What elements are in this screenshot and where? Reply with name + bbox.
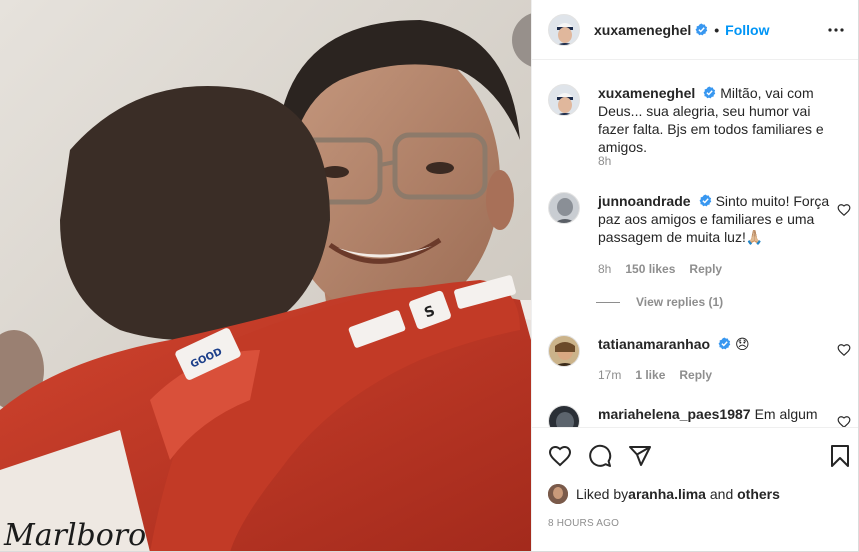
header-separator: • <box>714 21 720 38</box>
liked-by-prefix: Liked by <box>576 486 629 502</box>
share-icon[interactable] <box>628 444 652 468</box>
verified-badge-icon <box>703 86 716 99</box>
heart-icon[interactable] <box>837 343 851 357</box>
view-replies-button[interactable]: View replies (1) <box>596 295 723 309</box>
liked-by-others[interactable]: others <box>737 486 780 502</box>
comment-text: 😞 <box>735 336 750 352</box>
comment-avatar-image <box>549 336 579 366</box>
follow-button[interactable]: Follow <box>725 22 769 38</box>
save-bookmark-icon[interactable] <box>828 444 852 468</box>
comment-meta: 8h 150 likes Reply <box>598 262 722 276</box>
comment-avatar[interactable] <box>548 405 580 427</box>
post-actions: Liked by aranha.lima and others 8 HOURS … <box>532 427 858 551</box>
author-avatar-image <box>549 14 579 45</box>
post-header: xuxameneghel • Follow <box>532 0 858 60</box>
comment-icon[interactable] <box>588 444 612 468</box>
heart-icon[interactable] <box>837 415 851 427</box>
comment-time[interactable]: 8h <box>598 262 611 276</box>
comment-likes[interactable]: 150 likes <box>625 262 675 276</box>
post-photo[interactable]: GOOD S Marlboro <box>0 0 531 552</box>
comment-body: tatianamaranhao 😞 <box>598 335 838 353</box>
liked-by-user[interactable]: aranha.lima <box>628 486 706 502</box>
liked-by-and: and <box>705 486 738 502</box>
caption-username[interactable]: xuxameneghel <box>598 85 695 101</box>
view-replies-line <box>596 301 620 303</box>
post-photo-illustration: GOOD S Marlboro <box>0 0 531 552</box>
reply-button[interactable]: Reply <box>689 262 722 276</box>
liked-by-row: Liked by aranha.lima and others <box>548 484 780 504</box>
comment-likes[interactable]: 1 like <box>635 368 665 382</box>
instagram-post-modal: GOOD S Marlboro xuxameneghel • Follow xu… <box>0 0 859 552</box>
comment-text: Em algum <box>754 406 818 422</box>
comment-username[interactable]: mariahelena_paes1987 <box>598 406 751 422</box>
post-side-panel: xuxameneghel • Follow xuxameneghel Miltã… <box>531 0 858 551</box>
caption-avatar[interactable] <box>548 84 580 116</box>
caption-body: xuxameneghel Miltão, vai com Deus... sua … <box>598 84 838 156</box>
comment-time[interactable]: 17m <box>598 368 621 382</box>
comments-list[interactable]: xuxameneghel Miltão, vai com Deus... sua … <box>532 61 858 427</box>
heart-icon[interactable] <box>548 444 572 468</box>
heart-icon[interactable] <box>837 203 851 217</box>
verified-badge-icon <box>695 23 708 36</box>
caption-time[interactable]: 8h <box>598 154 611 168</box>
caption-meta: 8h <box>598 154 611 168</box>
verified-badge-icon <box>718 337 731 350</box>
comment-meta: 17m 1 like Reply <box>598 368 712 382</box>
author-avatar[interactable] <box>548 13 580 46</box>
comment-body: mariahelena_paes1987 Em algum <box>598 405 838 423</box>
liker-avatar[interactable] <box>548 484 568 504</box>
liker-avatar-image <box>548 484 568 504</box>
verified-badge-icon <box>699 194 711 207</box>
caption-avatar-image <box>549 85 579 115</box>
comment-avatar[interactable] <box>548 335 580 367</box>
comment-avatar-image <box>549 193 579 223</box>
comment-body: junnoandrade Sinto muito! Força paz aos a… <box>598 192 838 246</box>
comment-username[interactable]: junnoandrade <box>598 193 691 209</box>
view-replies-label: View replies (1) <box>636 295 724 309</box>
author-username[interactable]: xuxameneghel <box>594 22 691 38</box>
comment-avatar-image <box>549 406 579 427</box>
comment-avatar[interactable] <box>548 192 580 224</box>
comment-username[interactable]: tatianamaranhao <box>598 336 710 352</box>
post-timestamp[interactable]: 8 HOURS AGO <box>548 518 619 529</box>
marlboro-logo-text: Marlboro <box>3 518 146 552</box>
more-options-icon[interactable] <box>824 20 848 40</box>
reply-button[interactable]: Reply <box>679 368 712 382</box>
